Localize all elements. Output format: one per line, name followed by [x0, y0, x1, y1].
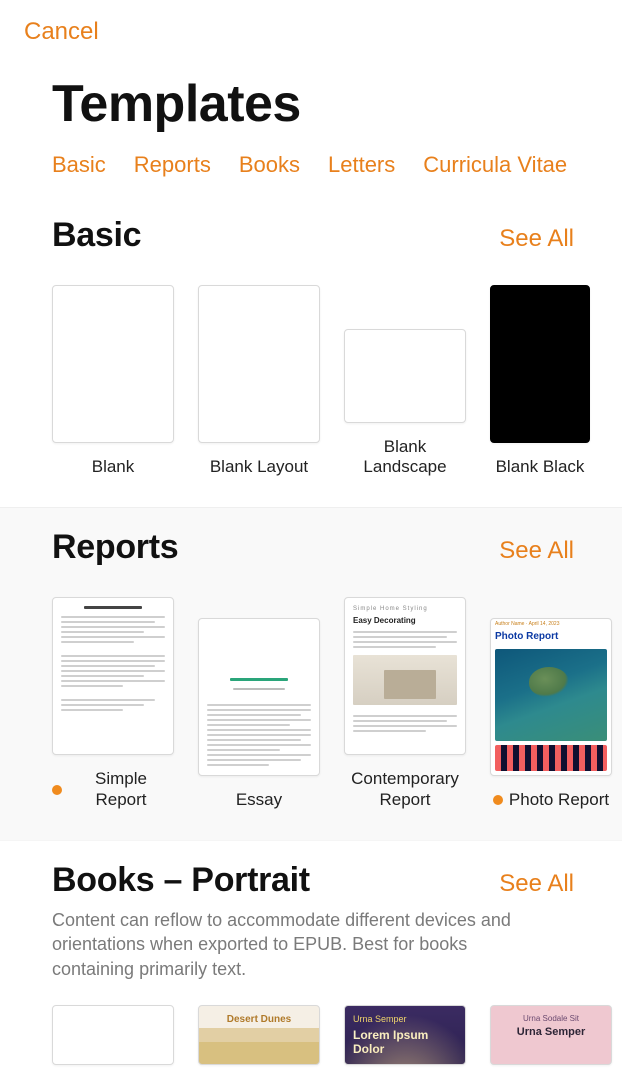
template-blank[interactable]: Blank — [52, 285, 174, 477]
thumb-image-placeholder — [353, 655, 457, 705]
template-thumbnail — [344, 329, 466, 423]
thumb-title: Photo Report — [495, 631, 558, 642]
thumb-title: Lorem Ipsum Dolor — [353, 1028, 457, 1056]
template-essay[interactable]: Essay — [198, 618, 320, 810]
section-description: Content can reflow to accommodate differ… — [0, 906, 570, 991]
template-blank-layout[interactable]: Blank Layout — [198, 285, 320, 477]
section-books-portrait: Books – Portrait See All Content can ref… — [0, 840, 622, 1072]
template-contemporary-report[interactable]: Simple Home Styling Easy Decorating Cont… — [344, 597, 466, 810]
tab-books[interactable]: Books — [239, 152, 300, 178]
page-title: Templates — [0, 52, 622, 144]
template-thumbnail — [52, 285, 174, 443]
template-book-desert-dunes[interactable]: Desert Dunes — [198, 1005, 320, 1065]
template-label: Blank Layout — [210, 457, 308, 477]
books-templates-row[interactable]: Desert Dunes Urna Semper Lorem Ipsum Dol… — [0, 991, 622, 1072]
section-basic: Basic See All Blank Blank Layout Blank L… — [0, 196, 622, 507]
template-chooser: Cancel Templates Basic Reports Books Let… — [0, 0, 622, 1072]
template-thumbnail: Simple Home Styling Easy Decorating — [344, 597, 466, 755]
template-book-pink[interactable]: Urna Sodale Sit Urna Semper — [490, 1005, 612, 1065]
tab-letters[interactable]: Letters — [328, 152, 395, 178]
cancel-button[interactable]: Cancel — [24, 18, 99, 45]
thumb-title: Urna Semper — [491, 1026, 611, 1038]
template-label: Blank Black — [496, 457, 585, 477]
template-thumbnail — [52, 597, 174, 755]
accent-dot-icon — [52, 785, 62, 795]
thumb-overline: Simple Home Styling — [353, 606, 457, 612]
template-thumbnail: Urna Semper Lorem Ipsum Dolor — [344, 1005, 466, 1065]
accent-dot-icon — [493, 795, 503, 805]
section-title: Books – Portrait — [52, 861, 310, 900]
section-header: Reports See All — [0, 508, 622, 573]
template-thumbnail: Desert Dunes — [198, 1005, 320, 1065]
template-book-blank[interactable] — [52, 1005, 174, 1065]
thumb-heading: Easy Decorating — [353, 616, 457, 625]
template-label: Simple Report — [68, 769, 174, 810]
thumb-title: Desert Dunes — [199, 1014, 319, 1025]
section-header: Basic See All — [0, 196, 622, 261]
tab-basic[interactable]: Basic — [52, 152, 106, 178]
thumb-secondary-photo — [495, 745, 607, 771]
template-label: Blank Landscape — [344, 437, 466, 478]
tab-cv[interactable]: Curricula Vitae — [423, 152, 567, 178]
thumb-overline: Urna Sodale Sit — [491, 1014, 611, 1023]
template-label: Essay — [236, 790, 282, 810]
see-all-books[interactable]: See All — [499, 870, 574, 898]
template-label: Photo Report — [509, 790, 609, 810]
template-thumbnail: Author Name · April 14, 2023 Photo Repor… — [490, 618, 612, 776]
reports-templates-row[interactable]: Simple Report Essay — [0, 573, 622, 828]
template-blank-landscape[interactable]: Blank Landscape — [344, 329, 466, 478]
category-tabs: Basic Reports Books Letters Curricula Vi… — [0, 144, 622, 196]
template-thumbnail: Urna Sodale Sit Urna Semper — [490, 1005, 612, 1065]
thumb-author: Urna Semper — [353, 1014, 457, 1024]
template-photo-report[interactable]: Author Name · April 14, 2023 Photo Repor… — [490, 618, 612, 810]
nav-bar: Cancel — [0, 0, 622, 52]
section-reports: Reports See All Simple Repor — [0, 507, 622, 840]
template-thumbnail — [198, 618, 320, 776]
thumb-main-photo — [495, 649, 607, 741]
see-all-reports[interactable]: See All — [499, 537, 574, 565]
template-book-purple[interactable]: Urna Semper Lorem Ipsum Dolor — [344, 1005, 466, 1065]
template-blank-black[interactable]: Blank Black — [490, 285, 590, 477]
template-thumbnail — [490, 285, 590, 443]
template-label: Contemporary Report — [344, 769, 466, 810]
template-thumbnail — [52, 1005, 174, 1065]
see-all-basic[interactable]: See All — [499, 225, 574, 253]
template-thumbnail — [198, 285, 320, 443]
template-simple-report[interactable]: Simple Report — [52, 597, 174, 810]
template-label: Blank — [92, 457, 135, 477]
section-header: Books – Portrait See All — [0, 841, 622, 906]
basic-templates-row[interactable]: Blank Blank Layout Blank Landscape Blank… — [0, 261, 622, 495]
section-title: Basic — [52, 216, 141, 255]
section-title: Reports — [52, 528, 178, 567]
tab-reports[interactable]: Reports — [134, 152, 211, 178]
thumb-byline: Author Name · April 14, 2023 — [495, 621, 559, 627]
